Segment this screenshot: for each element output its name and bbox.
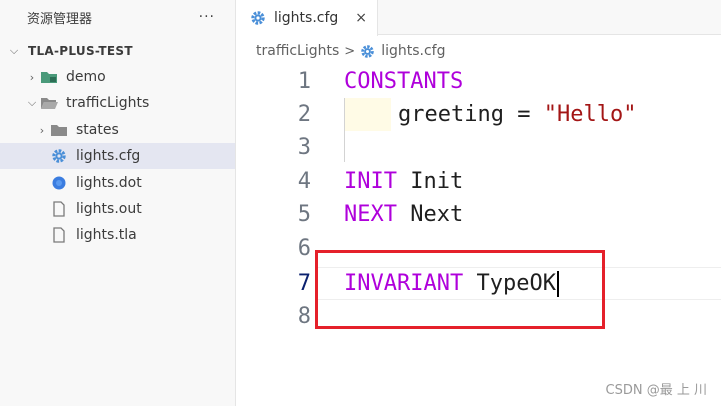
identifier-token: Init (396, 169, 464, 194)
file-icon (50, 201, 68, 217)
gear-icon (50, 148, 68, 164)
file-icon (50, 227, 68, 243)
tree-item-lights-dot[interactable]: lights.dot (0, 170, 235, 196)
tree-item-states[interactable]: › states (0, 117, 235, 143)
indent-whitespace (345, 98, 391, 131)
tab-label: lights.cfg (274, 10, 339, 26)
more-actions-icon[interactable]: ··· (199, 9, 215, 25)
chevron-right-icon: › (39, 123, 45, 137)
chevron-down-icon: ⌵ (9, 44, 19, 57)
line-number: 5 (297, 202, 311, 227)
code-line[interactable]: 4 INIT Init (237, 165, 721, 198)
line-number: 3 (297, 135, 311, 160)
keyword-token: CONSTANTS (344, 69, 464, 94)
string-token: "Hello" (543, 102, 637, 127)
code-editor[interactable]: 1 CONSTANTS 2 greeting = "Hello" 3 4 INI… (237, 64, 721, 406)
breadcrumb-folder[interactable]: trafficLights (256, 43, 339, 59)
keyword-token: NEXT (344, 202, 397, 227)
tree-item-label: states (76, 122, 119, 138)
tree-root-tla-plus-test[interactable]: ⌵ TLA-PLUS-TEST (0, 38, 235, 64)
code-line[interactable]: 3 (237, 131, 721, 164)
tab-bar: lights.cfg × (236, 0, 721, 36)
keyword-token: INIT (344, 169, 397, 194)
tab-lights-cfg[interactable]: lights.cfg × (236, 0, 378, 36)
tree-item-trafficlights[interactable]: ⌵ trafficLights (0, 90, 235, 116)
explorer-sidebar: 资源管理器 ··· ⌵ TLA-PLUS-TEST › demo ⌵ traff… (0, 0, 236, 406)
line-number: 7 (297, 271, 311, 296)
breadcrumb: trafficLights > lights.cfg (256, 40, 446, 62)
graphviz-icon (50, 175, 68, 191)
line-number: 8 (297, 304, 311, 329)
explorer-title: 资源管理器 (27, 11, 93, 27)
annotation-highlight-box (315, 250, 605, 329)
line-number: 1 (297, 69, 311, 94)
breadcrumb-separator: > (344, 43, 356, 59)
tree-item-demo[interactable]: › demo (0, 64, 235, 90)
tree-item-label: trafficLights (66, 95, 150, 111)
line-number: 2 (297, 102, 311, 127)
identifier-token: greeting (398, 102, 504, 127)
chevron-down-icon: ⌵ (27, 96, 37, 109)
explorer-header: 资源管理器 ··· (0, 0, 235, 34)
line-number: 4 (297, 169, 311, 194)
tree-root-label: TLA-PLUS-TEST (28, 44, 133, 58)
tree-item-lights-out[interactable]: lights.out (0, 196, 235, 222)
tree-item-label: lights.tla (76, 227, 137, 243)
gear-icon (250, 10, 266, 26)
folder-icon (50, 122, 68, 138)
code-line[interactable]: 1 CONSTANTS (237, 65, 721, 98)
identifier-token: Next (396, 202, 464, 227)
tree-item-lights-cfg[interactable]: lights.cfg (0, 143, 235, 169)
folder-open-icon (40, 95, 58, 111)
tree-item-label: lights.cfg (76, 148, 141, 164)
breadcrumb-file[interactable]: lights.cfg (381, 43, 445, 59)
watermark: CSDN @最 上 川 (605, 383, 707, 398)
tree-item-label: lights.out (76, 201, 142, 217)
line-number: 6 (297, 236, 311, 261)
code-line[interactable]: 2 greeting = "Hello" (237, 98, 721, 131)
operator-token: = (503, 102, 544, 127)
folder-demo-icon (40, 69, 58, 85)
close-icon[interactable]: × (355, 10, 367, 26)
tree-item-label: lights.dot (76, 175, 142, 191)
chevron-right-icon: › (29, 70, 35, 84)
code-line[interactable]: 5 NEXT Next (237, 198, 721, 231)
gear-icon (360, 44, 375, 59)
tree-item-label: demo (66, 69, 106, 85)
tree-item-lights-tla[interactable]: lights.tla (0, 222, 235, 248)
